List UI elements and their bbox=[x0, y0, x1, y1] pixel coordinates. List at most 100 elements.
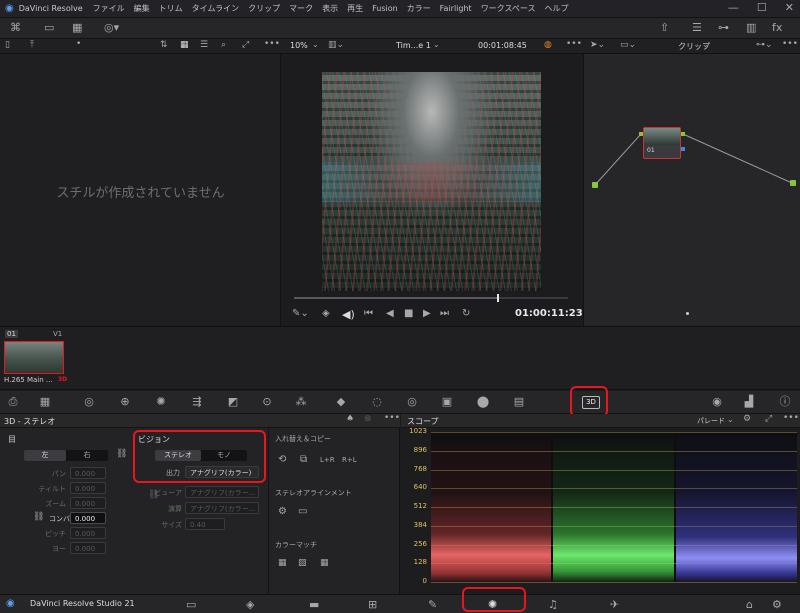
layers-icon[interactable]: ◈ bbox=[322, 309, 330, 319]
scope-view-icon[interactable]: ◉ bbox=[708, 396, 726, 407]
playhead[interactable] bbox=[496, 294, 499, 302]
render-select[interactable]: アナグリフ(カラー... bbox=[185, 502, 259, 514]
menu-item[interactable]: ヘルプ bbox=[545, 3, 569, 14]
color-warper-icon[interactable]: ⊙ bbox=[258, 396, 276, 407]
motion-effects-icon[interactable]: ⇶ bbox=[188, 396, 206, 407]
swap-icon[interactable]: ⟲ bbox=[278, 455, 286, 465]
settings-icon[interactable]: ⚙ bbox=[772, 599, 782, 610]
node-01[interactable]: 01 bbox=[643, 127, 681, 159]
upload-icon[interactable]: ⤒ bbox=[30, 41, 34, 50]
rgb-mixer-icon[interactable]: ✺ bbox=[152, 396, 170, 407]
scope-expand-icon[interactable]: ⤢ bbox=[765, 415, 772, 424]
menu-item[interactable]: ファイル bbox=[93, 3, 125, 14]
source-input-dot[interactable] bbox=[592, 182, 598, 188]
step-back-icon[interactable]: ◀ bbox=[386, 309, 394, 319]
param-field[interactable]: 0.000 bbox=[70, 512, 106, 524]
viewer-select[interactable]: アナグリフ(カラー... bbox=[185, 486, 259, 498]
last-frame-icon[interactable]: ⏭ bbox=[440, 309, 449, 319]
list-view-icon[interactable]: ☰ bbox=[200, 41, 208, 50]
blur-icon[interactable]: ▣ bbox=[438, 396, 456, 407]
page-edit-icon[interactable]: ▬ bbox=[309, 599, 319, 610]
hdr-icon[interactable]: ⊕ bbox=[116, 396, 134, 407]
menu-item[interactable]: 表示 bbox=[322, 3, 338, 14]
scope-more-icon[interactable]: ••• bbox=[783, 414, 799, 423]
viewer-mode-icon[interactable]: ▥⌄ bbox=[328, 41, 344, 50]
timeline-name[interactable]: Tim...e 1 bbox=[396, 41, 431, 50]
param-field[interactable]: 0.000 bbox=[70, 542, 106, 554]
pointer-icon[interactable]: ➤⌄ bbox=[590, 41, 605, 50]
play-icon[interactable]: ▶ bbox=[423, 309, 431, 319]
eyedropper-icon[interactable]: ✎⌄ bbox=[292, 309, 309, 319]
fx-icon[interactable]: fx bbox=[772, 22, 782, 33]
stop-icon[interactable]: ■ bbox=[404, 309, 413, 319]
close-icon[interactable]: ✕ bbox=[785, 2, 794, 13]
page-deliver-icon[interactable]: ✈ bbox=[610, 599, 619, 610]
scope-mode-select[interactable]: パレード bbox=[697, 416, 725, 426]
reset-icon[interactable]: ♠ bbox=[346, 415, 354, 424]
copy-icon[interactable]: ⧉ bbox=[300, 455, 307, 465]
menu-item[interactable]: ワークスペース bbox=[481, 3, 536, 14]
menu-item[interactable]: タイムライン bbox=[192, 3, 239, 14]
gallery-icon[interactable]: ▦ bbox=[72, 22, 82, 33]
menu-item[interactable]: トリム bbox=[159, 3, 183, 14]
volume-icon[interactable]: ◀) bbox=[342, 309, 355, 320]
stereo-more-icon[interactable]: ••• bbox=[384, 414, 400, 423]
link-icon[interactable]: ⛓ bbox=[116, 450, 127, 459]
color-wheel-icon[interactable]: ◍ bbox=[544, 41, 552, 50]
camera-raw-icon[interactable]: ⎙ bbox=[4, 396, 22, 407]
sizing-icon[interactable]: ▤ bbox=[510, 396, 528, 407]
more-icon[interactable]: ••• bbox=[264, 40, 280, 49]
nodes-more-icon[interactable]: ••• bbox=[782, 40, 798, 49]
match-image-icon[interactable]: ▨ bbox=[298, 559, 307, 568]
viewer-scrubber[interactable] bbox=[294, 294, 568, 302]
maximize-icon[interactable]: ☐ bbox=[757, 2, 767, 13]
qualifier-icon[interactable]: ⁂ bbox=[292, 396, 310, 407]
grid-view-icon[interactable]: ▦ bbox=[180, 41, 189, 50]
right-eye-tab[interactable]: 右 bbox=[66, 450, 108, 461]
window-icon[interactable]: ◆ bbox=[332, 396, 350, 407]
node-link-icon[interactable]: ⊶⌄ bbox=[756, 41, 773, 50]
scope-icon[interactable]: ▟ bbox=[740, 396, 758, 407]
camera-icon[interactable]: ◎▾ bbox=[104, 22, 119, 33]
node-output-dot[interactable] bbox=[681, 132, 685, 136]
menu-item[interactable]: Fusion bbox=[372, 4, 398, 13]
size-field[interactable]: 0.40 bbox=[185, 518, 225, 530]
align-reset-icon[interactable]: ▭ bbox=[298, 507, 307, 517]
page-cut-icon[interactable]: ◈ bbox=[246, 599, 254, 610]
page-fusion-icon[interactable]: ⊞ bbox=[368, 599, 377, 610]
param-field[interactable]: 0.000 bbox=[70, 497, 106, 509]
output-dot[interactable] bbox=[790, 180, 796, 186]
page-media-icon[interactable]: ▭ bbox=[186, 599, 196, 610]
scope-settings-icon[interactable]: ⚙ bbox=[743, 415, 751, 424]
zoom-select[interactable]: 10% bbox=[290, 41, 308, 50]
copy-lr-button[interactable]: L+R bbox=[320, 456, 335, 464]
lightbox-icon[interactable]: ▥ bbox=[746, 22, 756, 33]
menu-item[interactable]: 編集 bbox=[134, 3, 150, 14]
menu-item[interactable]: クリップ bbox=[248, 3, 280, 14]
loop-icon[interactable]: ↻ bbox=[462, 309, 470, 319]
magic-mask-icon[interactable]: ◎ bbox=[403, 396, 421, 407]
menu-item[interactable]: 再生 bbox=[347, 3, 363, 14]
timeline-chevron-icon[interactable]: ⌄ bbox=[433, 41, 440, 49]
page-fairlight-icon[interactable]: ♫ bbox=[548, 599, 558, 610]
node-input-dot[interactable] bbox=[639, 132, 643, 136]
page-pen-icon[interactable]: ✎ bbox=[428, 599, 437, 610]
keyframe-icon[interactable]: ☰ bbox=[692, 22, 702, 33]
viewer-more-icon[interactable]: ••• bbox=[566, 40, 582, 49]
param-field[interactable]: 0.000 bbox=[70, 482, 106, 494]
nodes-icon[interactable]: ⊶ bbox=[718, 22, 729, 33]
node-view-icon[interactable]: ▭⌄ bbox=[620, 41, 636, 50]
sort-icon[interactable]: ⇅ bbox=[160, 41, 168, 50]
tracker-icon[interactable]: ◌ bbox=[368, 396, 386, 407]
share-icon[interactable]: ⇧ bbox=[660, 22, 669, 33]
home-icon[interactable]: ⌂ bbox=[746, 599, 753, 610]
node-graph-icon[interactable]: ⌘ bbox=[10, 22, 21, 33]
menu-item[interactable]: カラー bbox=[407, 3, 431, 14]
match-grid-icon[interactable]: ▦ bbox=[320, 559, 329, 568]
sidebar-toggle-icon[interactable]: ▯ bbox=[5, 41, 10, 50]
minimize-icon[interactable]: — bbox=[728, 2, 739, 13]
clip-mode-chevron-icon[interactable]: ⌄ bbox=[702, 41, 709, 49]
wipe-icon[interactable]: ⤢ bbox=[242, 41, 249, 50]
param-field[interactable]: 0.000 bbox=[70, 527, 106, 539]
info-icon[interactable]: ⓘ bbox=[776, 396, 794, 407]
